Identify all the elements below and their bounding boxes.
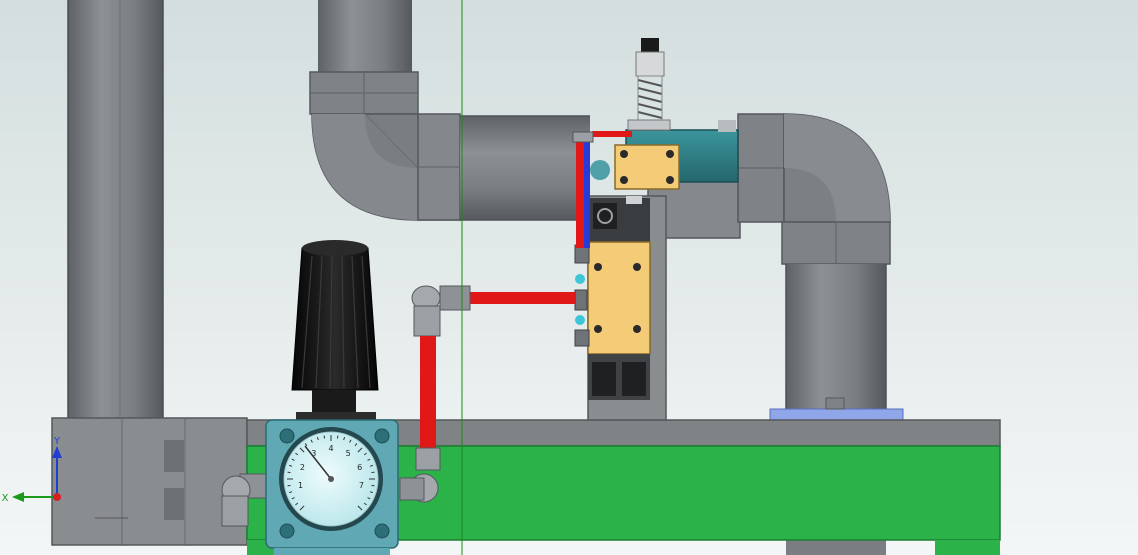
cad-viewport[interactable]: 1234567 Y X (0, 0, 1138, 555)
gauge-scale-label: 2 (300, 463, 305, 472)
gauge-scale-label: 7 (359, 481, 364, 490)
regulator-knob[interactable] (291, 247, 379, 391)
left-vertical-pipe[interactable] (67, 0, 164, 425)
pressure-gauge[interactable]: 1234567 (279, 427, 383, 531)
triad-x-label: X (2, 493, 9, 504)
triad-y-label: Y (53, 436, 61, 447)
gauge-scale-label: 1 (298, 481, 303, 490)
gauge-scale-label: 4 (328, 444, 333, 453)
triad-origin (53, 493, 61, 501)
gauge-scale-label: 6 (357, 463, 362, 472)
gauge-scale-label: 5 (346, 449, 351, 458)
cad-model-view[interactable]: 1234567 Y X (0, 0, 1138, 555)
left-end-block[interactable] (51, 417, 248, 546)
